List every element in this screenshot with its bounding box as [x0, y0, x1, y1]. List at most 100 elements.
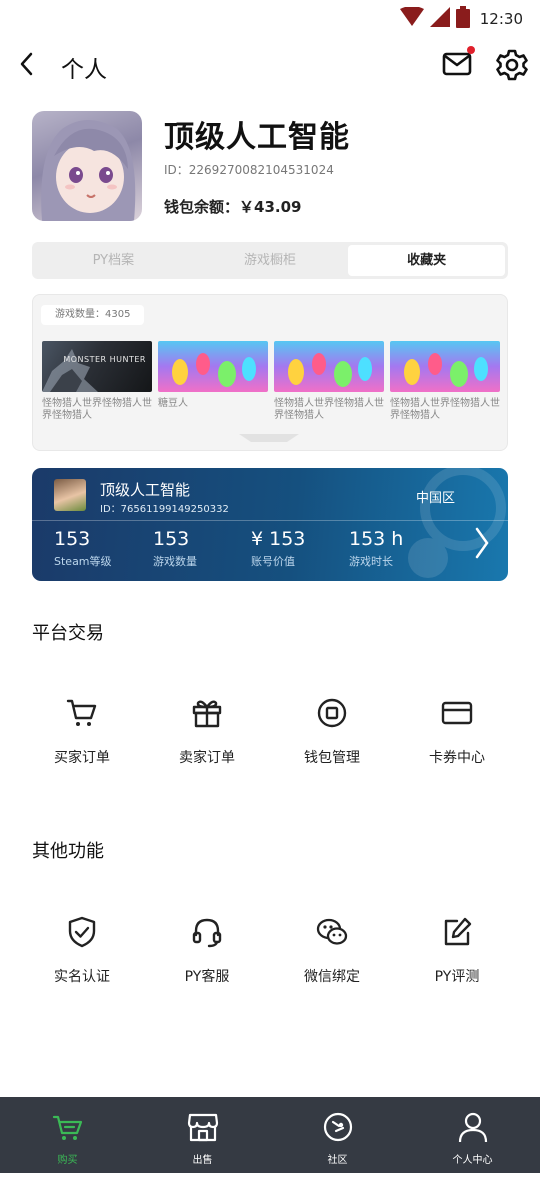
back-button[interactable]: [14, 49, 42, 79]
func-label: PY客服: [184, 969, 230, 985]
py-review-button[interactable]: PY评测: [402, 916, 512, 986]
card-icon: [441, 701, 473, 725]
stat-game-count: 153 游戏数量: [153, 528, 197, 569]
nav-community[interactable]: 社区: [270, 1097, 405, 1173]
store-icon: [187, 1113, 218, 1142]
tab-py-profile[interactable]: PY档案: [35, 245, 192, 276]
games-panel: 游戏数量：4305 MONSTER HUNTER 怪物猎人世界怪物猎人世界怪物猎…: [32, 294, 508, 451]
stat-account-value: ¥ 153 账号价值: [251, 528, 305, 569]
game-thumbnail: MONSTER HUNTER: [42, 341, 152, 392]
stat-label: 游戏数量: [153, 555, 197, 568]
section-title-other: 其他功能: [32, 841, 104, 862]
stat-label: 游戏时长: [349, 555, 393, 568]
buyer-orders-button[interactable]: 买家订单: [27, 697, 137, 767]
steam-account-card[interactable]: 顶级人工智能 ID：76561199149250332 中国区 153 Stea…: [32, 468, 508, 581]
fall-guy-figure: [242, 357, 256, 381]
stat-value: ¥ 153: [251, 528, 306, 550]
tab-favorites[interactable]: 收藏夹: [348, 245, 506, 276]
game-card[interactable]: 怪物猎人世界怪物猎人世界怪物猎人: [390, 341, 500, 422]
fall-guy-figure: [404, 359, 420, 385]
headset-icon: [192, 918, 222, 948]
steam-region: 中国区: [416, 491, 456, 506]
fall-guy-figure: [218, 361, 236, 387]
game-card[interactable]: MONSTER HUNTER 怪物猎人世界怪物猎人世界怪物猎人: [42, 341, 152, 422]
status-icons: [400, 6, 470, 28]
fall-guy-figure: [196, 353, 210, 375]
func-label: 卡券中心: [429, 750, 485, 766]
nav-personal-center[interactable]: 个人中心: [405, 1097, 540, 1173]
settings-button[interactable]: [495, 48, 529, 82]
game-thumbnail: [274, 341, 384, 392]
nav-sell[interactable]: 出售: [135, 1097, 270, 1173]
profile-tabs: PY档案 游戏橱柜 收藏夹: [32, 242, 508, 279]
game-title: 怪物猎人世界怪物猎人世界怪物猎人: [390, 398, 500, 421]
nav-buy[interactable]: 购买: [0, 1097, 135, 1173]
fall-guy-figure: [450, 361, 468, 387]
shield-check-icon: [68, 916, 96, 948]
battery-icon: [456, 6, 470, 28]
chevron-right-icon: [475, 527, 489, 559]
stat-value: 153 h: [349, 528, 404, 550]
steam-name: 顶级人工智能: [100, 481, 191, 499]
steam-card-arrow[interactable]: [472, 526, 492, 560]
wallet-balance: 钱包余额：￥43.09: [164, 198, 302, 216]
steam-logo-icon: [323, 1112, 352, 1142]
gear-icon: [496, 49, 528, 81]
game-thumbnail: [390, 341, 500, 392]
game-thumb-text: MONSTER HUNTER: [63, 355, 146, 364]
fall-guy-figure: [428, 353, 442, 375]
customer-service-button[interactable]: PY客服: [152, 916, 262, 986]
func-label: 钱包管理: [304, 750, 360, 766]
game-card[interactable]: 糖豆人: [158, 341, 268, 410]
stat-play-time: 153 h 游戏时长: [349, 528, 403, 569]
game-count-badge: 游戏数量：4305: [41, 305, 145, 325]
fall-guy-figure: [312, 353, 326, 375]
fall-guy-figure: [288, 359, 304, 385]
stat-label: Steam等级: [54, 555, 112, 568]
section-title-platform: 平台交易: [32, 623, 104, 644]
func-label: 卖家订单: [179, 750, 235, 766]
nav-label: 购买: [57, 1155, 78, 1166]
tab-game-cabinet[interactable]: 游戏橱柜: [192, 245, 349, 276]
steam-avatar: [54, 479, 86, 511]
wechat-binding-button[interactable]: 微信绑定: [277, 916, 387, 986]
avatar-illustration: [41, 120, 136, 221]
fall-guy-figure: [474, 357, 488, 381]
game-thumbnail: [158, 341, 268, 392]
cart-icon: [52, 1115, 82, 1140]
nav-label: 出售: [192, 1155, 213, 1166]
edit-icon: [444, 917, 472, 946]
wechat-icon: [316, 918, 348, 945]
game-title: 怪物猎人世界怪物猎人世界怪物猎人: [274, 398, 384, 421]
stat-value: 153: [153, 528, 190, 550]
header: 个人: [0, 40, 540, 90]
stat-value: 153: [54, 528, 91, 550]
game-card[interactable]: 怪物猎人世界怪物猎人世界怪物猎人: [274, 341, 384, 422]
real-name-verification-button[interactable]: 实名认证: [27, 916, 137, 986]
collapse-handle[interactable]: [239, 434, 299, 442]
dragon-illustration: [42, 349, 98, 392]
fall-guy-figure: [172, 359, 188, 385]
stat-steam-level: 153 Steam等级: [54, 528, 112, 569]
unread-dot: [467, 46, 475, 54]
cart-icon: [66, 699, 97, 726]
wallet-icon: [317, 698, 347, 728]
bottom-safe-area: [0, 1173, 540, 1197]
profile-name: 顶级人工智能: [164, 120, 350, 155]
game-title: 怪物猎人世界怪物猎人世界怪物猎人: [42, 398, 152, 421]
avatar[interactable]: [32, 111, 142, 221]
coupon-center-button[interactable]: 卡券中心: [402, 697, 512, 767]
status-bar: 12:30: [0, 0, 540, 38]
steam-id: ID：76561199149250332: [100, 504, 229, 515]
divider: [32, 520, 508, 521]
gift-icon: [192, 700, 222, 728]
func-label: 买家订单: [54, 750, 110, 766]
person-icon: [458, 1112, 487, 1143]
messages-button[interactable]: [441, 46, 475, 79]
fall-guy-figure: [358, 357, 372, 381]
wallet-management-button[interactable]: 钱包管理: [277, 697, 387, 767]
nav-label: 社区: [327, 1155, 348, 1166]
seller-orders-button[interactable]: 卖家订单: [152, 697, 262, 767]
signal-icon: [430, 7, 450, 27]
page-title: 个人: [61, 57, 107, 83]
